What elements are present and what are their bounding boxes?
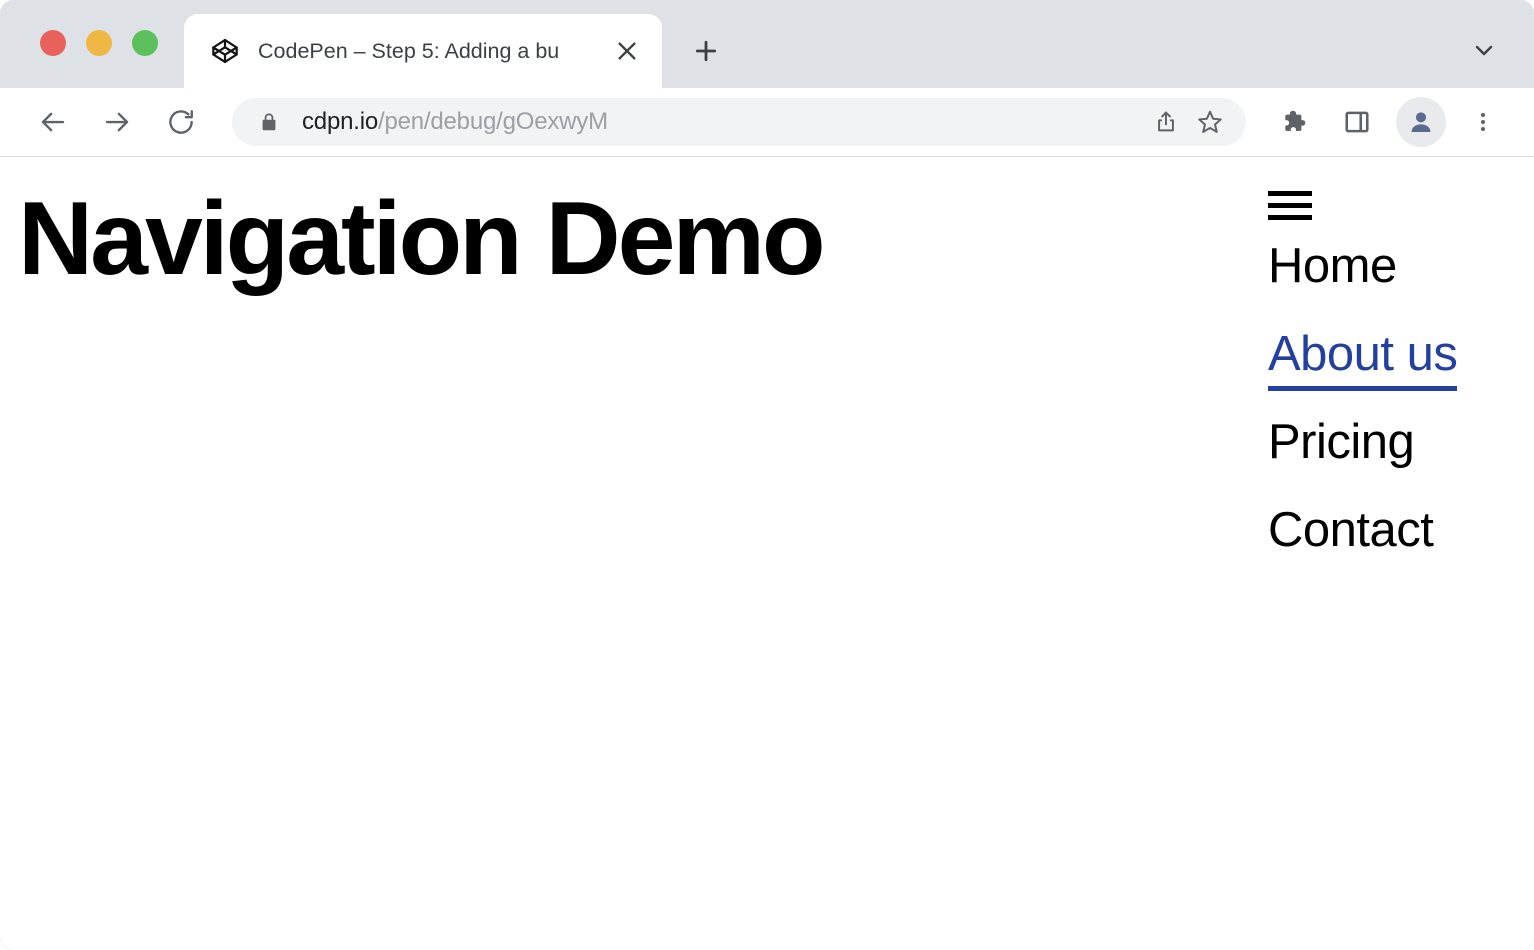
window-controls [40,30,158,56]
lock-icon [258,111,280,133]
tabs-area: CodePen – Step 5: Adding a bu [184,14,734,88]
tab-title: CodePen – Step 5: Adding a bu [258,39,610,64]
page-viewport: Navigation Demo Home About us Pricing Co… [0,157,1534,949]
share-icon[interactable] [1144,100,1188,144]
window-minimize-button[interactable] [86,30,112,56]
reload-icon[interactable] [154,95,208,149]
side-panel-icon[interactable] [1332,97,1382,147]
puzzle-piece-icon[interactable] [1270,97,1320,147]
tab-strip: CodePen – Step 5: Adding a bu [0,0,1534,88]
new-tab-button[interactable] [678,23,734,79]
back-arrow-icon[interactable] [26,95,80,149]
site-navigation: Home About us Pricing Contact [1268,191,1500,555]
chevron-down-icon[interactable] [1460,26,1508,74]
browser-tab-active[interactable]: CodePen – Step 5: Adding a bu [184,14,662,88]
browser-window: CodePen – Step 5: Adding a bu [0,0,1534,950]
address-bar[interactable]: cdpn.io/pen/debug/gOexwyM [232,98,1246,146]
avatar[interactable] [1396,97,1446,147]
star-icon[interactable] [1188,100,1232,144]
hamburger-menu-icon[interactable] [1268,191,1312,220]
nav-link-pricing[interactable]: Pricing [1268,418,1414,467]
nav-link-about-us[interactable]: About us [1268,330,1457,391]
three-dot-menu-icon[interactable] [1458,97,1508,147]
nav-link-home[interactable]: Home [1268,242,1397,291]
hamburger-bar-3 [1268,215,1312,220]
address-bar-host: cdpn.io [302,108,378,135]
page-title: Navigation Demo [18,182,822,296]
window-close-button[interactable] [40,30,66,56]
nav-link-contact[interactable]: Contact [1268,506,1433,555]
tab-close-icon[interactable] [610,34,644,68]
address-bar-url: cdpn.io/pen/debug/gOexwyM [302,108,1144,136]
browser-toolbar: cdpn.io/pen/debug/gOexwyM [0,88,1534,157]
forward-arrow-icon[interactable] [90,95,144,149]
codepen-icon [210,36,240,66]
window-zoom-button[interactable] [132,30,158,56]
address-bar-path: /pen/debug/gOexwyM [378,108,608,135]
hamburger-bar-1 [1268,191,1312,196]
hamburger-bar-2 [1268,203,1312,208]
